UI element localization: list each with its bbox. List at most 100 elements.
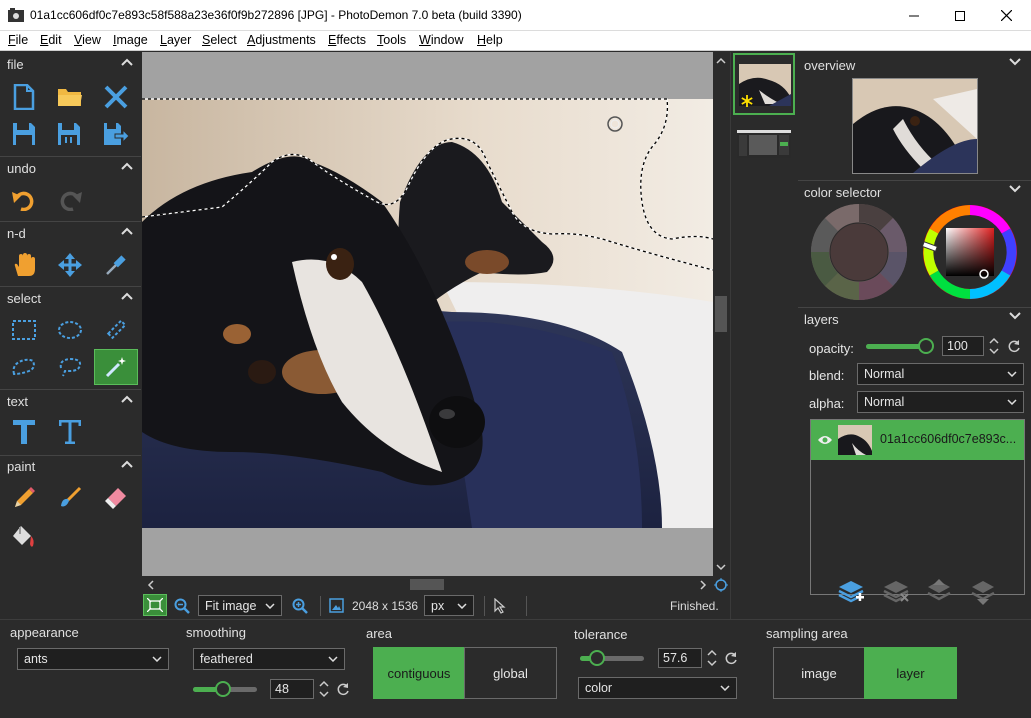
layers-header[interactable]: layers xyxy=(798,308,1031,328)
polygon-select-button[interactable] xyxy=(6,349,42,385)
tolerance-input[interactable]: 57.6 xyxy=(658,648,702,668)
menu-help[interactable]: Help xyxy=(477,33,503,47)
spin-arrows-icon[interactable] xyxy=(707,649,717,667)
magic-wand-button[interactable] xyxy=(94,349,138,385)
add-layer-icon[interactable] xyxy=(837,579,865,605)
vertical-scrollbar[interactable] xyxy=(713,52,729,576)
smoothing-slider[interactable] xyxy=(193,681,257,697)
layer-row[interactable]: 01a1cc606df0c7e893c... xyxy=(811,420,1024,460)
image-tab[interactable] xyxy=(733,120,795,164)
scroll-right-icon[interactable] xyxy=(700,580,707,590)
advanced-text-button[interactable] xyxy=(52,414,88,450)
menu-adjustments[interactable]: Adjustments xyxy=(247,33,316,47)
export-button[interactable] xyxy=(98,116,134,152)
new-file-button[interactable] xyxy=(6,79,42,115)
opacity-input[interactable]: 100 xyxy=(942,336,984,356)
menu-tools[interactable]: Tools xyxy=(377,33,406,47)
undo-button[interactable] xyxy=(6,182,42,218)
scroll-down-icon[interactable] xyxy=(716,564,726,571)
menu-layer[interactable]: Layer xyxy=(160,33,191,47)
section-undo-header[interactable]: undo xyxy=(0,158,141,178)
open-file-button[interactable] xyxy=(52,79,88,115)
scroll-left-icon[interactable] xyxy=(147,580,154,590)
smoothing-dropdown[interactable]: feathered xyxy=(193,648,345,670)
line-select-button[interactable] xyxy=(98,312,134,348)
basic-text-button[interactable] xyxy=(6,414,42,450)
sampling-image-button[interactable]: image xyxy=(773,647,865,699)
menu-window[interactable]: Window xyxy=(419,33,463,47)
center-view-icon[interactable] xyxy=(714,578,728,592)
tolerance-slider-knob[interactable] xyxy=(589,650,605,666)
blend-mode-dropdown[interactable]: Normal xyxy=(857,363,1024,385)
section-nd-header[interactable]: n-d xyxy=(0,223,141,243)
delete-layer-icon[interactable] xyxy=(882,579,910,605)
paintbrush-button[interactable] xyxy=(52,480,88,516)
lasso-select-button[interactable] xyxy=(52,349,88,385)
canvas-area[interactable] xyxy=(142,52,713,576)
sampling-layer-button[interactable]: layer xyxy=(864,647,957,699)
menu-file[interactable]: File xyxy=(8,33,28,47)
appearance-dropdown[interactable]: ants xyxy=(17,648,169,670)
opacity-slider-knob[interactable] xyxy=(918,338,934,354)
zoom-in-icon[interactable] xyxy=(292,598,308,614)
maximize-button[interactable] xyxy=(937,0,983,31)
section-file-header[interactable]: file xyxy=(0,54,141,74)
close-image-button[interactable] xyxy=(98,79,134,115)
move-layer-down-icon[interactable] xyxy=(970,579,996,605)
fit-to-window-button[interactable] xyxy=(143,594,167,616)
smoothing-amount-input[interactable]: 48 xyxy=(270,679,314,699)
reset-icon[interactable] xyxy=(336,682,350,696)
alpha-mode-dropdown[interactable]: Normal xyxy=(857,391,1024,413)
color-selector-header[interactable]: color selector xyxy=(798,181,1031,201)
recent-colors-wheel[interactable] xyxy=(810,203,908,301)
image-canvas[interactable] xyxy=(142,52,713,576)
horizontal-scrollbar[interactable] xyxy=(142,577,728,592)
minimize-button[interactable] xyxy=(891,0,937,31)
reset-icon[interactable] xyxy=(724,651,738,665)
move-layer-up-icon[interactable] xyxy=(926,579,952,605)
color-picker-button[interactable] xyxy=(98,247,134,283)
move-tool-button[interactable] xyxy=(52,247,88,283)
smoothing-slider-knob[interactable] xyxy=(215,681,231,697)
menu-edit[interactable]: Edit xyxy=(40,33,62,47)
hand-tool-button[interactable] xyxy=(6,247,42,283)
scroll-up-icon[interactable] xyxy=(716,57,726,64)
layers-list[interactable]: 01a1cc606df0c7e893c... xyxy=(810,419,1025,595)
menu-view[interactable]: View xyxy=(74,33,101,47)
save-button[interactable] xyxy=(6,116,42,152)
color-wheel-picker[interactable] xyxy=(922,204,1018,300)
section-text-header[interactable]: text xyxy=(0,391,141,411)
chevron-down-icon xyxy=(1009,185,1021,193)
area-global-button[interactable]: global xyxy=(464,647,557,699)
save-as-button[interactable] xyxy=(52,116,88,152)
rect-select-button[interactable] xyxy=(6,312,42,348)
tolerance-mode-dropdown[interactable]: color xyxy=(578,677,737,699)
spin-arrows-icon[interactable] xyxy=(319,680,329,698)
zoom-out-icon[interactable] xyxy=(174,598,190,614)
spin-arrows-icon[interactable] xyxy=(989,337,999,355)
area-contiguous-button[interactable]: contiguous xyxy=(373,647,465,699)
eye-visibility-icon[interactable] xyxy=(817,434,833,446)
overview-preview[interactable] xyxy=(852,78,978,174)
pencil-button[interactable] xyxy=(6,480,42,516)
menu-effects[interactable]: Effects xyxy=(328,33,366,47)
image-tab-active[interactable] xyxy=(733,53,795,115)
horizontal-scroll-thumb[interactable] xyxy=(410,579,444,590)
vertical-scroll-thumb[interactable] xyxy=(715,296,727,332)
eraser-button[interactable] xyxy=(98,480,134,516)
reset-icon[interactable] xyxy=(1007,339,1021,353)
zoom-dropdown[interactable]: Fit image xyxy=(198,595,282,616)
fill-button[interactable] xyxy=(6,519,42,555)
overview-header[interactable]: overview xyxy=(798,54,1031,74)
section-select-header[interactable]: select xyxy=(0,288,141,308)
opacity-slider[interactable] xyxy=(866,338,934,354)
ellipse-select-button[interactable] xyxy=(52,312,88,348)
close-button[interactable] xyxy=(983,0,1029,31)
section-paint-header[interactable]: paint xyxy=(0,456,141,476)
redo-button[interactable] xyxy=(52,182,88,218)
menu-image[interactable]: Image xyxy=(113,33,148,47)
unit-dropdown[interactable]: px xyxy=(424,595,474,616)
menu-select[interactable]: Select xyxy=(202,33,237,47)
tolerance-slider[interactable] xyxy=(580,650,644,666)
new-file-icon xyxy=(13,84,35,110)
